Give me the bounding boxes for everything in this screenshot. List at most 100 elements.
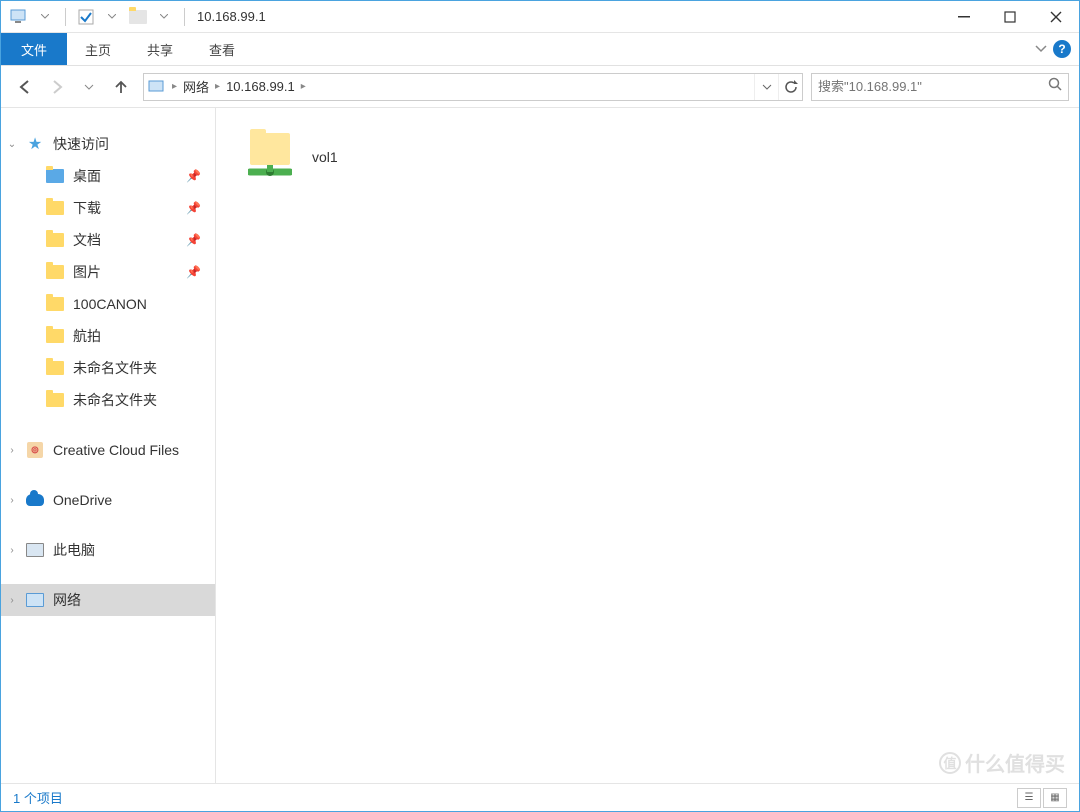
sidebar-onedrive[interactable]: › OneDrive — [1, 484, 215, 516]
sidebar-item-aerial[interactable]: 航拍 — [1, 320, 215, 352]
ribbon-tab-share[interactable]: 共享 — [129, 33, 191, 65]
breadcrumb-host[interactable]: 10.168.99.1 — [222, 74, 299, 100]
sidebar-item-desktop[interactable]: 桌面 📌 — [1, 160, 215, 192]
folder-icon — [45, 198, 65, 218]
sidebar-item-label: 下载 — [73, 198, 101, 218]
window-controls — [941, 1, 1079, 32]
ribbon-tab-view[interactable]: 查看 — [191, 33, 253, 65]
network-share-icon — [244, 131, 296, 183]
ribbon-tab-home[interactable]: 主页 — [67, 33, 129, 65]
sidebar-creative-cloud[interactable]: › ⊚ Creative Cloud Files — [1, 434, 215, 466]
minimize-button[interactable] — [941, 1, 987, 32]
address-icon — [144, 74, 170, 100]
creative-cloud-icon: ⊚ — [25, 440, 45, 460]
search-input[interactable] — [818, 79, 1048, 94]
ribbon: 文件 主页 共享 查看 ? — [1, 33, 1079, 66]
sidebar-item-label: 未命名文件夹 — [73, 390, 157, 410]
nav-up-button[interactable] — [107, 73, 135, 101]
status-bar: 1 个项目 ☰ ▦ — [1, 783, 1079, 811]
pin-icon: 📌 — [186, 201, 201, 215]
sidebar-item-documents[interactable]: 文档 📌 — [1, 224, 215, 256]
folder-icon — [45, 262, 65, 282]
sidebar-item-label: 此电脑 — [53, 540, 95, 560]
chevron-right-icon[interactable]: ▸ — [213, 81, 222, 92]
watermark-icon: 值 — [939, 752, 961, 774]
sidebar-item-label: 网络 — [53, 590, 81, 610]
quick-access-toolbar: 10.168.99.1 — [1, 5, 266, 29]
sidebar-item-label: OneDrive — [53, 492, 112, 508]
sidebar-item-label: 100CANON — [73, 296, 147, 312]
folder-icon — [45, 294, 65, 314]
watermark-text: 什么值得买 — [965, 748, 1065, 777]
chevron-right-icon[interactable]: ▸ — [170, 81, 179, 92]
pin-icon: 📌 — [186, 169, 201, 183]
sidebar-item-label: 文档 — [73, 230, 101, 250]
star-icon: ★ — [25, 134, 45, 154]
folder-icon — [45, 390, 65, 410]
nav-forward-button[interactable] — [43, 73, 71, 101]
chevron-right-icon[interactable]: › — [5, 445, 19, 456]
file-list: vol1 — [216, 108, 1079, 783]
ribbon-expand-icon[interactable] — [1035, 45, 1047, 53]
maximize-button[interactable] — [987, 1, 1033, 32]
folder-icon — [45, 326, 65, 346]
window-title: 10.168.99.1 — [197, 9, 266, 24]
sidebar-item-label: 航拍 — [73, 326, 101, 346]
view-icons-button[interactable]: ▦ — [1043, 788, 1067, 808]
chevron-right-icon[interactable]: ▸ — [299, 81, 308, 92]
pin-icon: 📌 — [186, 265, 201, 279]
qat-folder-icon[interactable] — [126, 5, 150, 29]
search-icon[interactable] — [1048, 77, 1062, 96]
titlebar: 10.168.99.1 — [1, 1, 1079, 33]
sidebar-item-unnamed-2[interactable]: 未命名文件夹 — [1, 384, 215, 416]
body-area: ⌄ ★ 快速访问 桌面 📌 下载 📌 文档 📌 图片 📌 100CANON 航拍 未命名… — [1, 108, 1079, 783]
sidebar-this-pc[interactable]: › 此电脑 — [1, 534, 215, 566]
pin-icon: 📌 — [186, 233, 201, 247]
sidebar-quick-access[interactable]: ⌄ ★ 快速访问 — [1, 128, 215, 160]
sidebar-item-pictures[interactable]: 图片 📌 — [1, 256, 215, 288]
chevron-right-icon[interactable]: › — [5, 495, 19, 506]
watermark: 值 什么值得买 — [939, 748, 1065, 777]
file-item-label: vol1 — [312, 149, 338, 165]
qat-dropdown-2[interactable] — [100, 5, 124, 29]
qat-dropdown-3[interactable] — [152, 5, 176, 29]
sidebar-item-label: 图片 — [73, 262, 101, 282]
chevron-down-icon[interactable]: ⌄ — [5, 139, 19, 150]
address-dropdown[interactable] — [754, 74, 778, 100]
sidebar-item-label: Creative Cloud Files — [53, 442, 179, 458]
qat-check-icon[interactable] — [74, 5, 98, 29]
folder-icon — [45, 358, 65, 378]
sidebar-network[interactable]: › 网络 — [1, 584, 215, 616]
network-icon — [25, 590, 45, 610]
computer-icon — [25, 540, 45, 560]
sidebar-item-unnamed-1[interactable]: 未命名文件夹 — [1, 352, 215, 384]
sidebar-item-label: 桌面 — [73, 166, 101, 186]
separator — [65, 8, 66, 26]
chevron-right-icon[interactable]: › — [5, 545, 19, 556]
refresh-button[interactable] — [778, 74, 802, 100]
nav-history-dropdown[interactable] — [75, 73, 103, 101]
help-button[interactable]: ? — [1053, 40, 1071, 58]
status-item-count: 1 个项目 — [13, 788, 63, 807]
navigation-pane: ⌄ ★ 快速访问 桌面 📌 下载 📌 文档 📌 图片 📌 100CANON 航拍 未命名… — [1, 108, 216, 783]
qat-dropdown-1[interactable] — [33, 5, 57, 29]
search-box[interactable] — [811, 73, 1069, 101]
view-details-button[interactable]: ☰ — [1017, 788, 1041, 808]
sidebar-item-label: 快速访问 — [53, 134, 109, 154]
folder-icon — [45, 230, 65, 250]
separator — [184, 8, 185, 26]
sidebar-item-100canon[interactable]: 100CANON — [1, 288, 215, 320]
ribbon-tab-file[interactable]: 文件 — [1, 33, 67, 65]
close-button[interactable] — [1033, 1, 1079, 32]
folder-icon — [45, 166, 65, 186]
onedrive-icon — [25, 490, 45, 510]
sidebar-item-downloads[interactable]: 下载 📌 — [1, 192, 215, 224]
chevron-right-icon[interactable]: › — [5, 595, 19, 606]
breadcrumb-network[interactable]: 网络 — [179, 74, 213, 100]
address-bar[interactable]: ▸ 网络 ▸ 10.168.99.1 ▸ — [143, 73, 803, 101]
nav-back-button[interactable] — [11, 73, 39, 101]
list-item[interactable]: vol1 — [244, 128, 484, 186]
navigation-bar: ▸ 网络 ▸ 10.168.99.1 ▸ — [1, 66, 1079, 108]
qat-computer-icon[interactable] — [7, 5, 31, 29]
sidebar-item-label: 未命名文件夹 — [73, 358, 157, 378]
